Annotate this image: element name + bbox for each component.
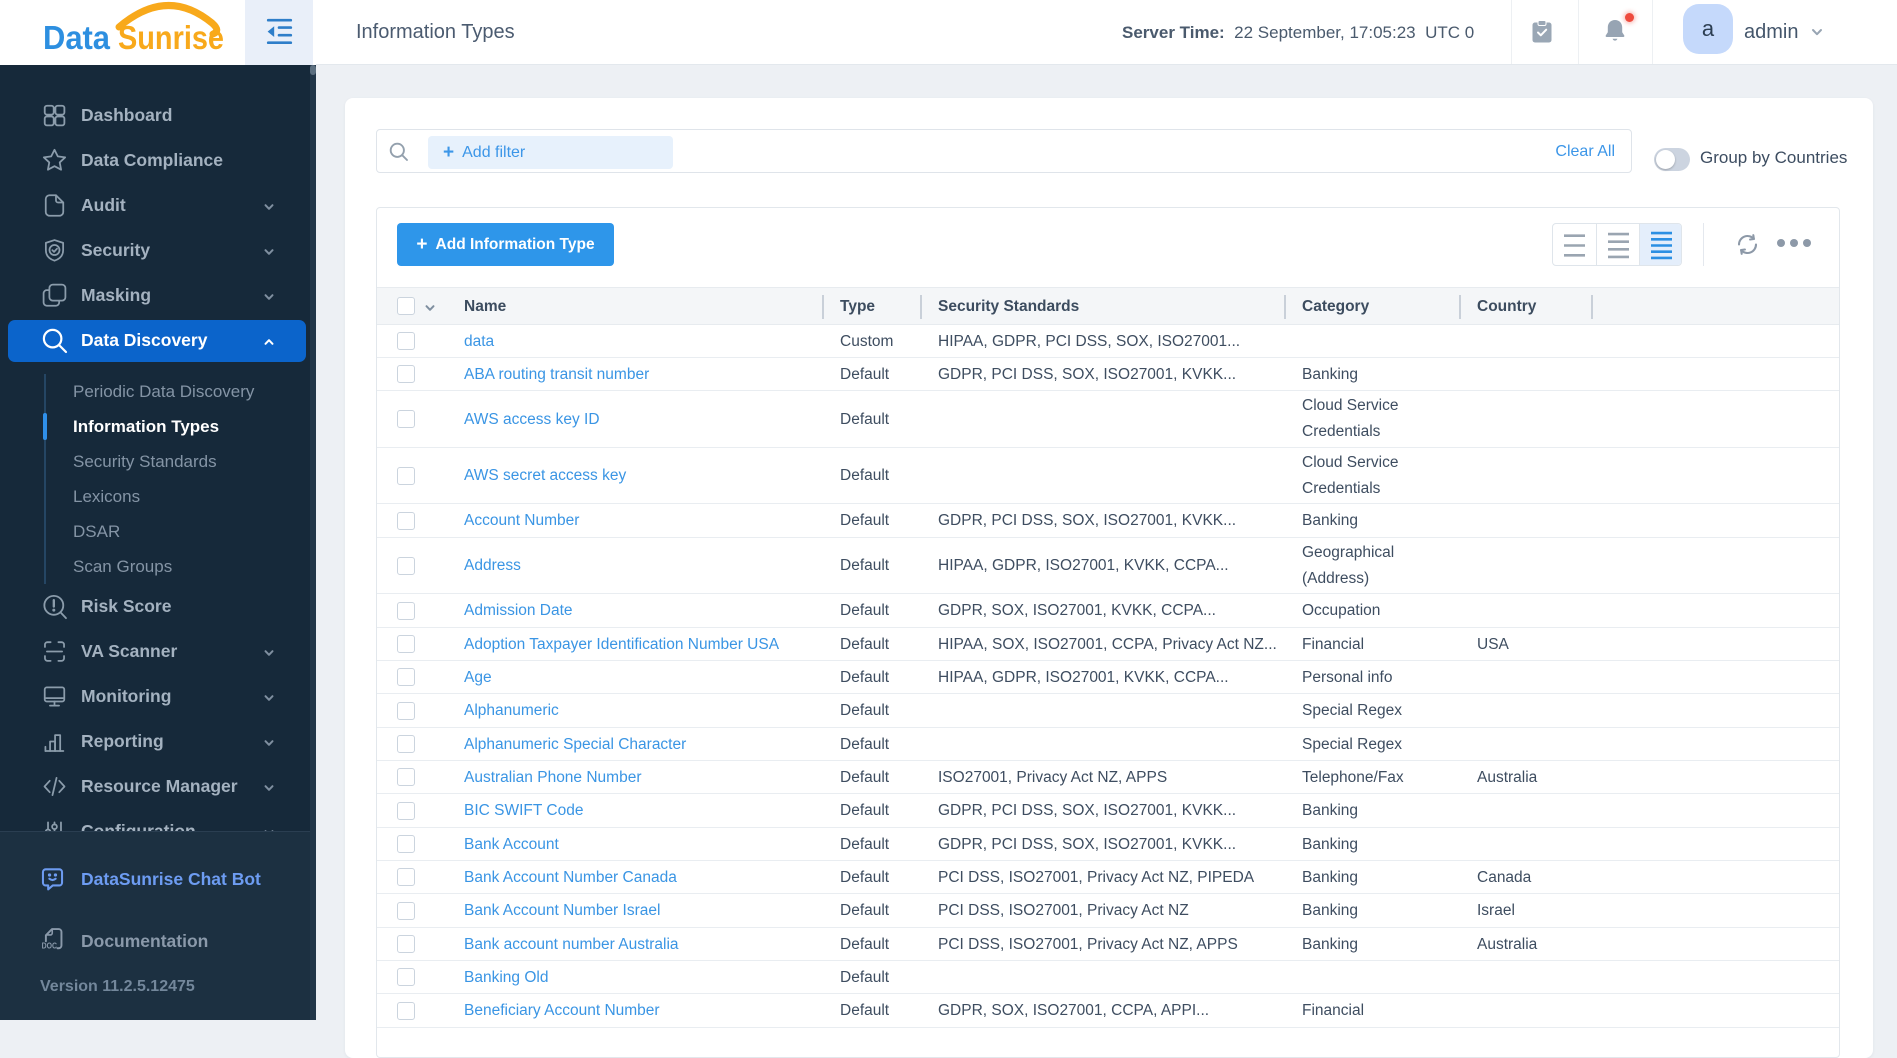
svg-text:DOC: DOC (42, 942, 58, 951)
svg-text:Sunrise: Sunrise (118, 19, 224, 56)
svg-text:Data: Data (43, 19, 111, 56)
